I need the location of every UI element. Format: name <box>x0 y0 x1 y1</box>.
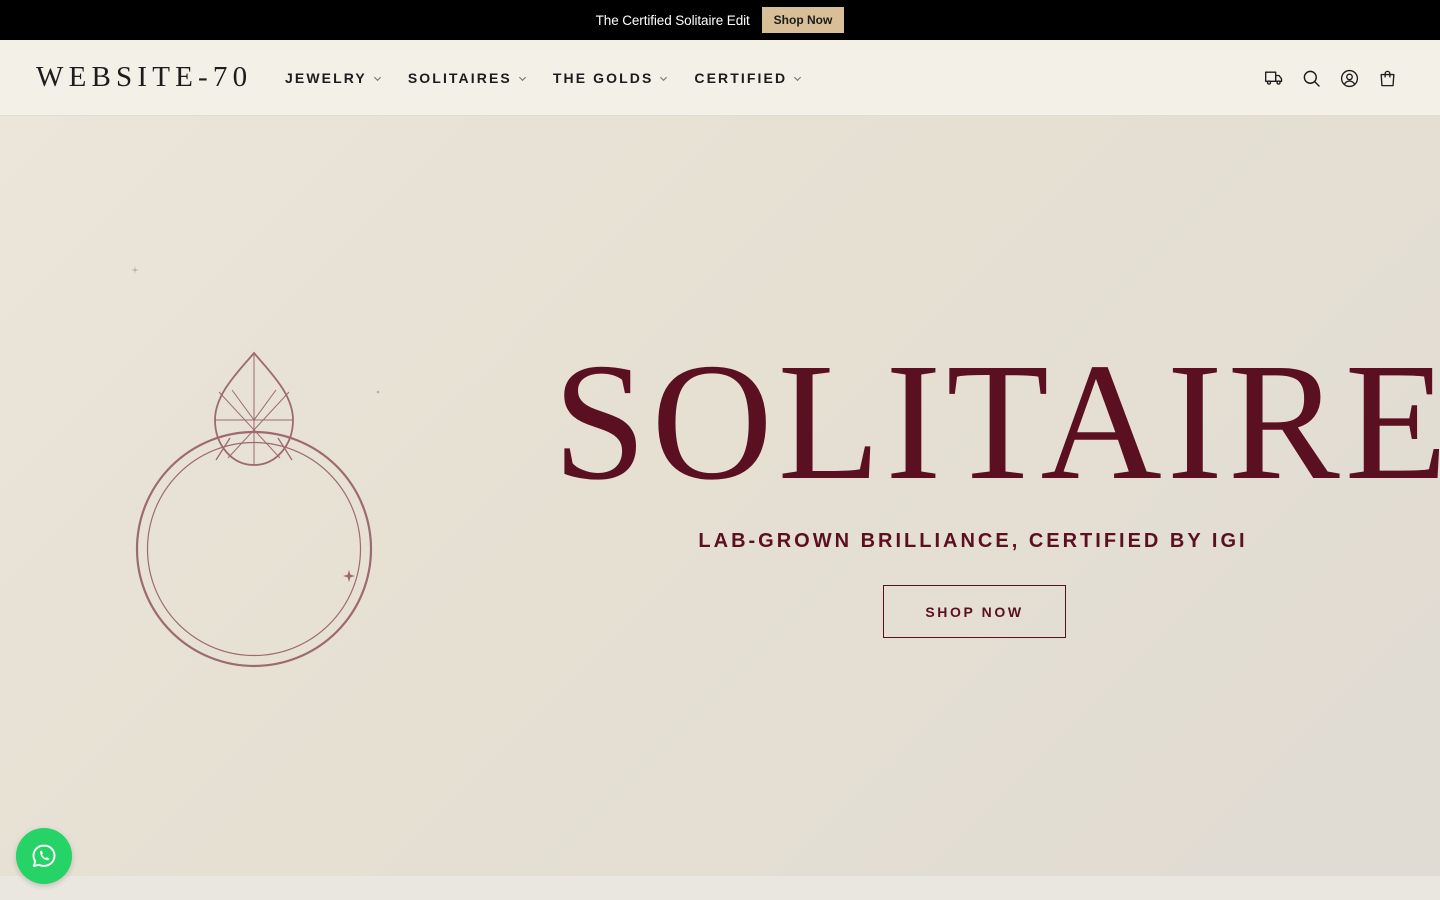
chevron-down-icon <box>794 76 802 81</box>
cart-icon[interactable] <box>1377 68 1398 89</box>
chevron-down-icon <box>660 76 668 81</box>
pear-diamond-ring-icon <box>135 351 373 668</box>
main-nav: JEWELRY SOLITAIRES THE GOLDS CERTIFIED <box>285 40 802 116</box>
announcement-text: The Certified Solitaire Edit <box>595 12 750 28</box>
nav-item-label: JEWELRY <box>285 70 367 86</box>
next-section-edge <box>0 876 1440 900</box>
nav-item-solitaires[interactable]: SOLITAIRES <box>408 70 527 86</box>
nav-item-jewelry[interactable]: JEWELRY <box>285 70 382 86</box>
header-icons <box>1263 40 1398 116</box>
nav-item-label: SOLITAIRES <box>407 70 512 86</box>
hero-shop-now-button[interactable]: SHOP NOW <box>883 585 1066 638</box>
announcement-bar: The Certified Solitaire Edit Shop Now <box>0 0 1440 40</box>
chevron-down-icon <box>373 76 381 81</box>
account-icon[interactable] <box>1339 68 1360 89</box>
hero-banner: SOLITAIRE LAB-GROWN BRILLIANCE, CERTIFIE… <box>0 116 1440 876</box>
nav-item-certified[interactable]: CERTIFIED <box>694 70 802 86</box>
announcement-shop-now-button[interactable]: Shop Now <box>761 7 845 33</box>
whatsapp-icon <box>32 844 56 868</box>
nav-item-label: CERTIFIED <box>694 70 788 86</box>
nav-item-the-golds[interactable]: THE GOLDS <box>553 70 669 86</box>
truck-icon[interactable] <box>1263 68 1284 89</box>
whatsapp-chat-button[interactable] <box>16 828 72 884</box>
site-logo[interactable]: WEBSITE-70 <box>36 60 252 94</box>
chevron-down-icon <box>518 76 526 81</box>
search-icon[interactable] <box>1301 68 1322 89</box>
sparkle-icon <box>131 266 139 274</box>
hero-subtitle: LAB-GROWN BRILLIANCE, CERTIFIED BY IGI <box>698 530 1248 552</box>
nav-item-label: THE GOLDS <box>552 70 654 86</box>
hero-title: SOLITAIRE <box>553 329 1440 515</box>
site-header: WEBSITE-70 JEWELRY SOLITAIRES THE GOLDS … <box>0 40 1440 116</box>
